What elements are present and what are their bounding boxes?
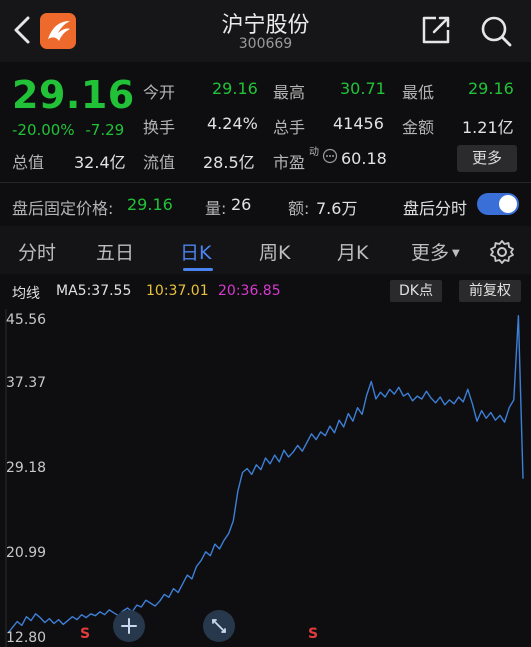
pe-superscript: 动: [309, 147, 319, 158]
caret-down-icon: ▼: [452, 248, 460, 259]
ma20-value: 20:36.85: [218, 283, 281, 299]
more-quote-button[interactable]: 更多: [457, 145, 517, 172]
search-icon[interactable]: [479, 14, 513, 48]
open-value: 29.16: [212, 79, 258, 98]
top-bar: 沪宁股份 300669: [0, 0, 531, 62]
after-hours-amt-label: 额:: [288, 199, 310, 218]
price-chart[interactable]: 45.56 37.37 29.18 20.99 12.80 S S: [0, 306, 531, 647]
turnover-label: 换手: [143, 118, 176, 137]
chart-canvas: [5, 309, 524, 647]
tab-weekly-k[interactable]: 周K: [259, 238, 290, 265]
change-amount: -7.29: [85, 121, 125, 139]
ma-label: 均线: [12, 286, 40, 302]
after-hours-vol-label: 量:: [205, 199, 227, 218]
market-cap-label: 总值: [12, 153, 45, 172]
y-tick-label: 37.37: [6, 375, 47, 391]
volume-label: 总手: [273, 118, 306, 137]
tab-more[interactable]: 更多 ▼: [411, 238, 460, 265]
market-cap-value: 32.4亿: [74, 153, 126, 172]
price-change: -20.00% -7.29: [12, 121, 124, 139]
share-icon[interactable]: [420, 14, 452, 46]
low-label: 最低: [402, 83, 435, 102]
price-line: [7, 314, 524, 634]
adjust-button[interactable]: 前复权: [459, 280, 521, 302]
low-value: 29.16: [468, 79, 514, 98]
active-tab-indicator: [183, 268, 213, 271]
tab-intraday[interactable]: 分时: [18, 238, 56, 265]
change-percent: -20.00%: [12, 121, 75, 139]
y-tick-label: 12.80: [6, 630, 47, 646]
tab-more-label: 更多: [411, 242, 450, 264]
after-hours-toggle-label: 盘后分时: [403, 199, 468, 218]
gear-icon[interactable]: [488, 238, 516, 266]
dk-point-button[interactable]: DK点: [390, 280, 442, 302]
open-label: 今开: [143, 83, 176, 102]
tab-monthly-k[interactable]: 月K: [337, 238, 368, 265]
ma10-value: 10:37.01: [146, 283, 209, 299]
pe-label: 市盈: [273, 153, 306, 172]
divider: [0, 182, 531, 183]
expand-icon[interactable]: [203, 610, 235, 642]
after-hours-amt: 7.6万: [316, 199, 358, 218]
chart-tabs: 分时 五日 日K 周K 月K 更多 ▼: [0, 226, 531, 274]
toggle-knob: [499, 195, 517, 213]
plus-icon[interactable]: [113, 610, 145, 642]
y-tick-label: 20.99: [6, 545, 47, 561]
pe-value: 60.18: [341, 149, 387, 168]
turnover-value: 4.24%: [207, 114, 258, 133]
sell-marker[interactable]: S: [308, 626, 318, 642]
after-hours-vol: 26: [231, 195, 252, 214]
info-dots-icon[interactable]: [322, 148, 338, 164]
amount-label: 金额: [402, 118, 435, 137]
float-cap-value: 28.5亿: [203, 153, 255, 172]
float-cap-label: 流值: [143, 153, 176, 172]
tab-five-day[interactable]: 五日: [96, 238, 134, 265]
y-tick-label: 29.18: [6, 460, 47, 476]
after-hours-toggle[interactable]: [477, 193, 519, 215]
high-value: 30.71: [340, 79, 386, 98]
after-hours-price-label: 盘后固定价格:: [12, 199, 114, 218]
after-hours-price: 29.16: [127, 195, 173, 214]
volume-value: 41456: [333, 114, 384, 133]
y-tick-label: 45.56: [6, 312, 47, 328]
ma5-value: MA5:37.55: [56, 283, 132, 299]
high-label: 最高: [273, 83, 306, 102]
tab-daily-k[interactable]: 日K: [180, 238, 211, 265]
amount-value: 1.21亿: [462, 118, 514, 137]
current-price: 29.16: [12, 73, 135, 117]
sell-marker[interactable]: S: [80, 626, 90, 642]
